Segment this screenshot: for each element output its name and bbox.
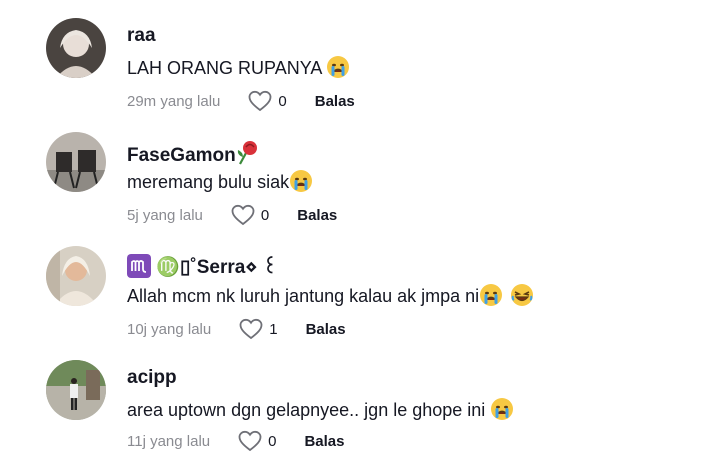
heart-icon	[238, 430, 262, 452]
like-button[interactable]: 0	[238, 430, 276, 452]
like-button[interactable]: 0	[248, 90, 287, 112]
avatar[interactable]	[46, 246, 106, 306]
username[interactable]: ♍▯˚Serra⋄ ꒰	[127, 253, 277, 279]
crying-face-icon	[290, 170, 313, 192]
username[interactable]: raa	[127, 25, 156, 47]
rose-icon	[237, 141, 257, 165]
timestamp: 29m yang lalu	[127, 92, 221, 110]
comment-body: meremang bulu siak	[127, 172, 290, 192]
comment-text: LAH ORANG RUPANYA	[127, 55, 350, 79]
like-button[interactable]: 1	[239, 318, 278, 340]
heart-icon	[239, 318, 263, 340]
crying-face-icon	[491, 398, 514, 420]
laughing-face-icon	[511, 284, 534, 306]
timestamp: 5j yang lalu	[127, 206, 203, 224]
comment-body: Allah mcm nk luruh jantung kalau ak jmpa…	[127, 286, 480, 306]
comment-body: area uptown dgn gelapnyee.. jgn le ghope…	[127, 400, 491, 420]
heart-icon	[231, 204, 255, 226]
crying-face-icon	[480, 284, 503, 306]
comment-meta: 10j yang lalu 1 Balas	[127, 318, 346, 340]
comment-text: Allah mcm nk luruh jantung kalau ak jmpa…	[127, 283, 534, 307]
like-count: 0	[260, 206, 270, 224]
reply-button[interactable]: Balas	[304, 433, 344, 450]
avatar[interactable]	[46, 360, 106, 420]
like-count: 1	[269, 320, 278, 338]
like-count: 0	[268, 432, 277, 450]
reply-button[interactable]: Balas	[315, 93, 355, 110]
avatar[interactable]	[46, 18, 106, 78]
username[interactable]: FaseGamon	[127, 139, 260, 167]
username-text: ♍▯˚Serra⋄ ꒰	[156, 257, 278, 278]
comment-text: area uptown dgn gelapnyee.. jgn le ghope…	[127, 397, 514, 421]
timestamp: 10j yang lalu	[127, 320, 212, 338]
reply-button[interactable]: Balas	[306, 321, 346, 338]
heart-icon	[249, 90, 272, 112]
comment-item: ♍▯˚Serra⋄ ꒰ Allah mcm nk luruh jantung k…	[0, 228, 719, 342]
comment-item: raa LAH ORANG RUPANYA 29m yang lalu 0 Ba…	[0, 0, 719, 114]
comment-item: FaseGamon meremang bulu siak 5j yang lal…	[0, 114, 719, 228]
comment-meta: 29m yang lalu 0 Balas	[127, 90, 355, 112]
username[interactable]: acipp	[127, 367, 177, 389]
comment-item: acipp area uptown dgn gelapnyee.. jgn le…	[0, 342, 719, 456]
comment-body: LAH ORANG RUPANYA	[127, 58, 327, 78]
avatar[interactable]	[46, 132, 106, 192]
like-count: 0	[278, 92, 287, 110]
virgo-sign-icon	[127, 254, 151, 278]
username-text: FaseGamon	[127, 145, 236, 166]
comment-text: meremang bulu siak	[127, 169, 313, 193]
reply-button[interactable]: Balas	[297, 207, 337, 224]
comment-meta: 5j yang lalu 0 Balas	[127, 204, 337, 226]
crying-face-icon	[327, 56, 350, 78]
timestamp: 11j yang lalu	[127, 432, 211, 450]
like-button[interactable]: 0	[231, 204, 269, 226]
comment-meta: 11j yang lalu 0 Balas	[127, 430, 345, 452]
